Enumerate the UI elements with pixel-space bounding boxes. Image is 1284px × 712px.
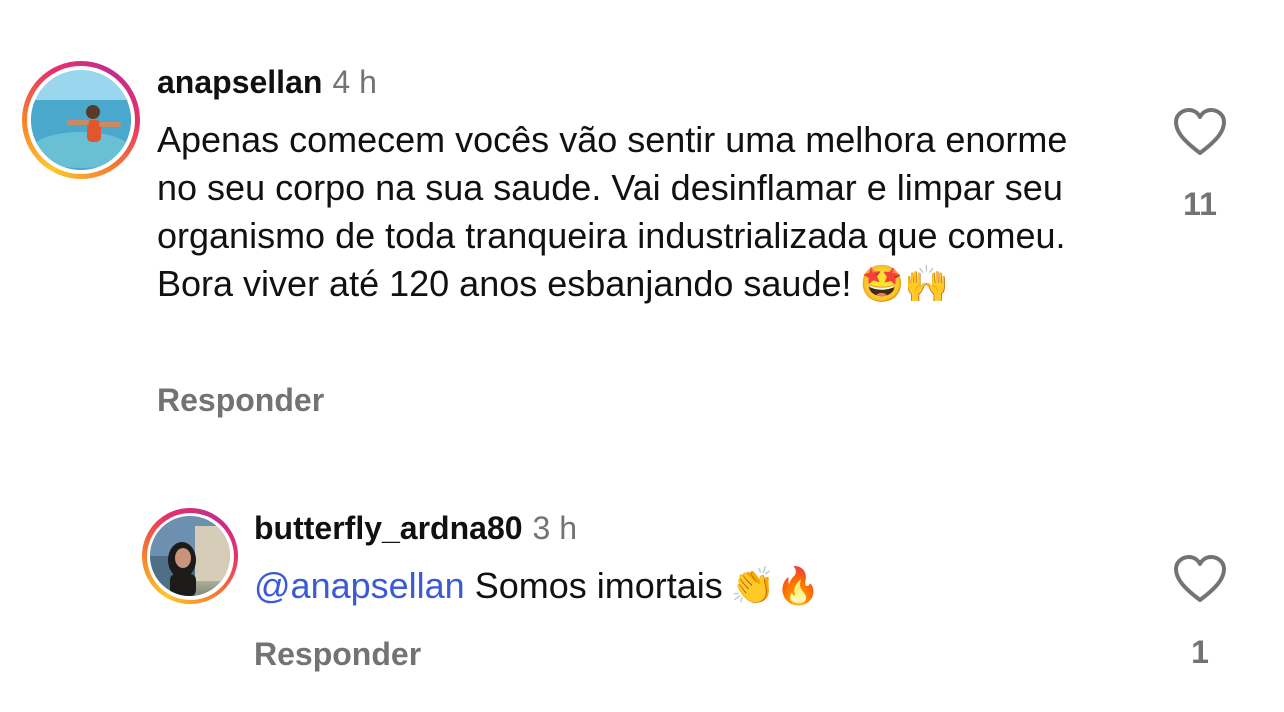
comment-header: butterfly_ardna80 3 h	[254, 510, 577, 547]
avatar[interactable]	[31, 70, 131, 170]
reply-button[interactable]: Responder	[157, 382, 324, 419]
timestamp: 4 h	[332, 64, 377, 100]
avatar-story-ring[interactable]	[22, 61, 140, 179]
heart-outline-icon	[1174, 108, 1226, 155]
reply-button[interactable]: Responder	[254, 636, 421, 673]
heart-outline-icon	[1174, 555, 1226, 602]
comment-text: @anapsellan Somos imortais 👏🔥	[254, 562, 1154, 611]
avatar-photo	[31, 70, 131, 170]
like-count: 1	[1191, 634, 1209, 670]
like-count: 11	[1183, 186, 1217, 222]
like-button[interactable]	[1173, 554, 1227, 604]
username[interactable]: anapsellan	[157, 64, 322, 100]
avatar-story-ring[interactable]	[142, 508, 238, 604]
comment-body: Somos imortais	[474, 565, 723, 606]
reply-comment: butterfly_ardna80 3 h @anapsellan Somos i…	[0, 490, 1284, 712]
emoji: 👏🔥	[730, 566, 821, 607]
avatar-ring-gap	[27, 66, 135, 174]
emoji: 🤩🙌	[859, 264, 950, 305]
username[interactable]: butterfly_ardna80	[254, 510, 523, 546]
avatar-ring-gap	[146, 512, 234, 600]
timestamp: 3 h	[532, 510, 578, 546]
like-button[interactable]	[1173, 107, 1227, 157]
comment-text: Apenas comecem vocês vão sentir uma melh…	[157, 116, 1117, 309]
mention-link[interactable]: @anapsellan	[254, 565, 465, 606]
avatar-photo	[150, 516, 230, 596]
comment: anapsellan 4 h Apenas comecem vocês vão s…	[0, 0, 1284, 460]
comment-header: anapsellan 4 h	[157, 64, 377, 101]
avatar[interactable]	[150, 516, 230, 596]
